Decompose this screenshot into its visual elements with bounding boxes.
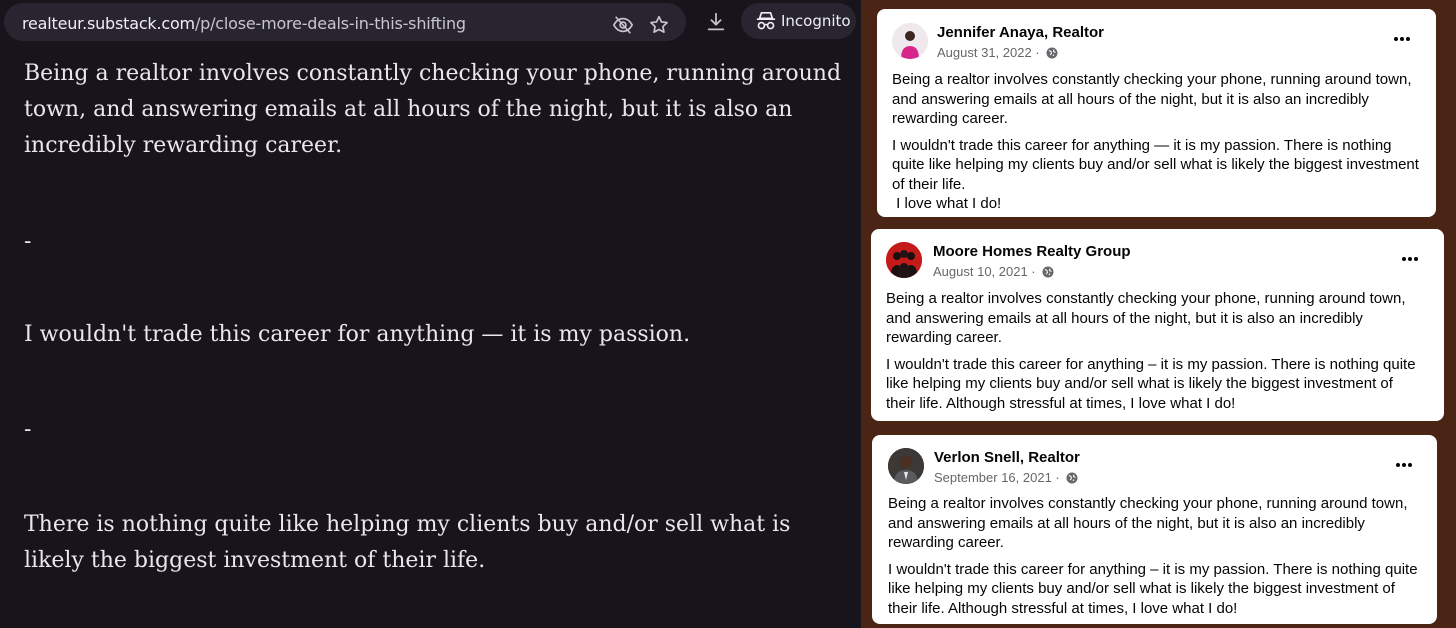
download-icon[interactable]	[705, 11, 727, 33]
incognito-icon	[756, 12, 776, 30]
post-meta: September 16, 2021 ·	[934, 470, 1078, 485]
avatar-photo-icon	[886, 242, 922, 278]
post-text: Being a realtor involves constantly chec…	[892, 70, 1422, 217]
article-paragraph: There is nothing quite like helping my c…	[24, 512, 791, 573]
globe-icon	[1066, 472, 1078, 484]
post-paragraph: Being a realtor involves constantly chec…	[888, 495, 1408, 551]
avatar[interactable]	[888, 448, 924, 484]
browser-window: realteur.substack.com/p/close-more-deals…	[0, 0, 861, 628]
avatar[interactable]	[886, 242, 922, 278]
post-paragraph: Being a realtor involves constantly chec…	[892, 71, 1412, 127]
more-options-icon[interactable]	[1400, 249, 1420, 269]
post-paragraph: Being a realtor involves constantly chec…	[886, 290, 1406, 346]
incognito-button[interactable]: Incognito	[741, 3, 856, 39]
article-separator: -	[24, 417, 32, 442]
eye-slash-icon[interactable]	[612, 14, 634, 36]
avatar-photo-icon	[892, 23, 928, 59]
post-text: Being a realtor involves constantly chec…	[886, 289, 1421, 420]
url-path: /p/close-more-deals-in-this-shifting	[194, 14, 466, 33]
url-host: realteur.substack.com	[22, 14, 195, 33]
incognito-label: Incognito	[781, 12, 851, 30]
post-author[interactable]: Jennifer Anaya, Realtor	[937, 24, 1104, 41]
post-paragraph: I love what I do!	[892, 195, 1002, 212]
avatar[interactable]	[892, 23, 928, 59]
globe-icon	[1046, 47, 1058, 59]
post-paragraph: I wouldn't trade this career for anythin…	[892, 136, 1419, 193]
post-author[interactable]: Verlon Snell, Realtor	[934, 449, 1080, 466]
post-paragraph: I wouldn't trade this career for anythin…	[886, 355, 1416, 412]
facebook-post: Verlon Snell, Realtor September 16, 2021…	[872, 435, 1437, 624]
post-paragraph: I wouldn't trade this career for anythin…	[888, 560, 1418, 617]
browser-toolbar: realteur.substack.com/p/close-more-deals…	[0, 0, 861, 44]
more-options-icon[interactable]	[1394, 455, 1414, 475]
post-meta: August 10, 2021 ·	[933, 264, 1054, 279]
post-author[interactable]: Moore Homes Realty Group	[933, 243, 1131, 260]
post-date[interactable]: September 16, 2021 ·	[934, 470, 1060, 485]
more-options-icon[interactable]	[1392, 29, 1412, 49]
post-text: Being a realtor involves constantly chec…	[888, 494, 1423, 624]
star-icon[interactable]	[648, 14, 670, 36]
article-paragraph: Being a realtor involves constantly chec…	[24, 61, 842, 158]
globe-icon	[1042, 266, 1054, 278]
post-meta: August 31, 2022 ·	[937, 45, 1058, 60]
url-text[interactable]: realteur.substack.com/p/close-more-deals…	[22, 14, 466, 33]
article-separator: -	[24, 229, 32, 254]
post-date[interactable]: August 31, 2022 ·	[937, 45, 1040, 60]
address-bar[interactable]: realteur.substack.com/p/close-more-deals…	[4, 3, 686, 41]
facebook-post: Moore Homes Realty Group August 10, 2021…	[871, 229, 1444, 421]
avatar-photo-icon	[888, 448, 924, 484]
article-paragraph: I wouldn't trade this career for anythin…	[24, 322, 691, 347]
post-date[interactable]: August 10, 2021 ·	[933, 264, 1036, 279]
facebook-post: Jennifer Anaya, Realtor August 31, 2022 …	[877, 9, 1436, 217]
